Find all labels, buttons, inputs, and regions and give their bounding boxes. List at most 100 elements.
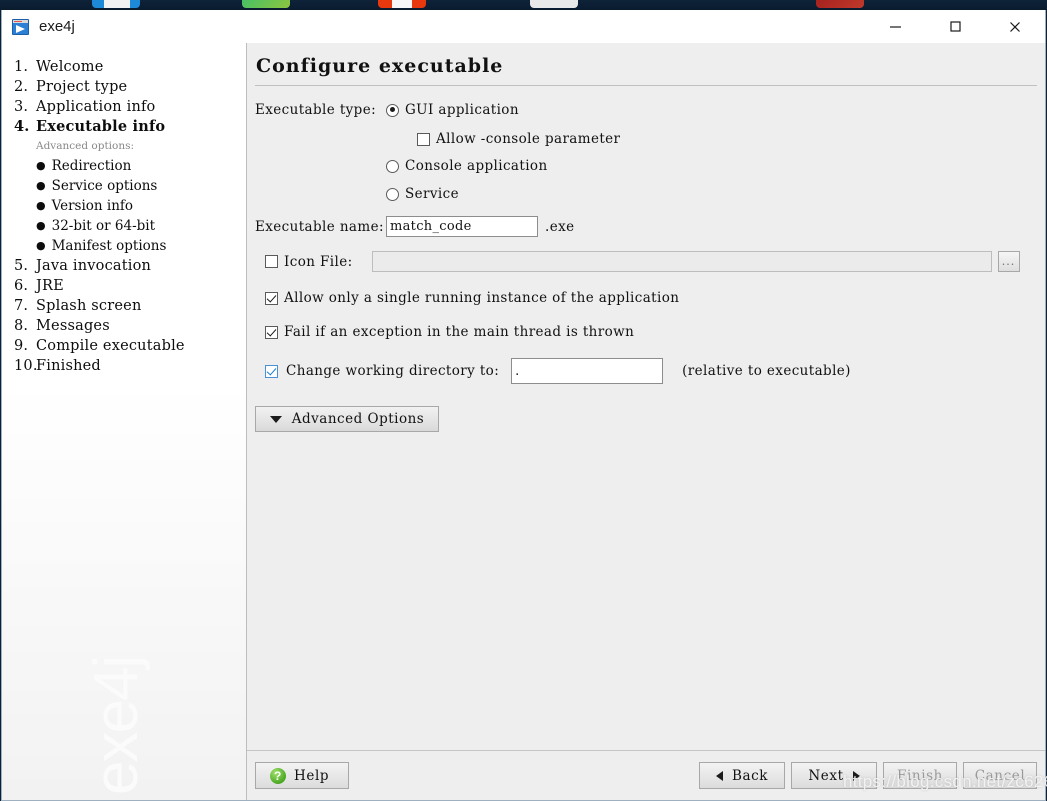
screen: exe4j 1. Welcome 2. Project type 3. Appl… bbox=[0, 0, 1047, 801]
help-button[interactable]: ? Help bbox=[255, 762, 349, 789]
desktop-background bbox=[0, 0, 1047, 10]
page-title: Configure executable bbox=[256, 55, 504, 77]
sidebar-item-java-invocation[interactable]: 5. Java invocation bbox=[2, 256, 246, 276]
desktop-icon-orange-cap bbox=[392, 0, 412, 8]
arrow-left-icon bbox=[715, 770, 723, 781]
sidebar-item-redirection[interactable]: ● Redirection bbox=[2, 156, 246, 176]
sidebar-item-label: Application info bbox=[36, 99, 156, 115]
sidebar-item-welcome[interactable]: 1. Welcome bbox=[2, 57, 246, 77]
close-icon[interactable] bbox=[985, 10, 1045, 43]
sidebar-item-label: Compile executable bbox=[36, 338, 185, 354]
step-number: 10. bbox=[14, 358, 38, 374]
single-instance-row: Allow only a single running instance of … bbox=[255, 290, 1037, 306]
step-number: 8. bbox=[14, 318, 29, 334]
window-title: exe4j bbox=[39, 18, 75, 35]
step-number: 4. bbox=[14, 118, 30, 135]
sidebar-item-application-info[interactable]: 3. Application info bbox=[2, 97, 246, 117]
step-number: 1. bbox=[14, 59, 29, 75]
sidebar-item-messages[interactable]: 8. Messages bbox=[2, 316, 246, 336]
sidebar-item-version-info[interactable]: ● Version info bbox=[2, 196, 246, 216]
desktop-icon-red bbox=[816, 0, 864, 8]
exe4j-watermark: exe4j bbox=[82, 656, 151, 795]
icon-file-browse-button[interactable]: ... bbox=[997, 251, 1020, 272]
fail-on-exception-label: Fail if an exception in the main thread … bbox=[284, 324, 635, 340]
back-button-label: Back bbox=[731, 767, 769, 784]
configure-executable-panel: Configure executable Executable type: GU… bbox=[247, 43, 1045, 750]
next-button-label: Next bbox=[808, 767, 844, 784]
radio-gui-application[interactable] bbox=[386, 103, 399, 117]
executable-type-row: Executable type: GUI application bbox=[255, 102, 1037, 118]
next-button[interactable]: Next bbox=[791, 762, 877, 789]
icon-file-input[interactable] bbox=[371, 251, 992, 272]
wizard-steps-sidebar: 1. Welcome 2. Project type 3. Application i… bbox=[2, 43, 247, 800]
wizard-footer: ? Help Back Next Finish Cancel bbox=[247, 750, 1045, 800]
finish-button-label: Finish bbox=[897, 767, 943, 784]
bullet-icon: ● bbox=[36, 219, 46, 232]
sidebar-item-label: Redirection bbox=[51, 158, 132, 174]
title-bar[interactable]: exe4j bbox=[2, 10, 1045, 43]
radio-gui-application-label: GUI application bbox=[405, 102, 519, 118]
bullet-icon: ● bbox=[36, 199, 46, 212]
sidebar-item-label: Project type bbox=[36, 79, 128, 95]
sidebar-item-label: Executable info bbox=[36, 118, 166, 135]
cancel-button[interactable]: Cancel bbox=[963, 762, 1037, 789]
sidebar-item-splash-screen[interactable]: 7. Splash screen bbox=[2, 296, 246, 316]
allow-console-parameter-label: Allow -console parameter bbox=[436, 131, 621, 147]
step-number: 9. bbox=[14, 338, 29, 354]
checkbox-icon-file[interactable] bbox=[265, 255, 278, 268]
sidebar-item-32-or-64-bit[interactable]: ● 32-bit or 64-bit bbox=[2, 216, 246, 236]
bullet-icon: ● bbox=[36, 159, 46, 172]
executable-name-row: Executable name: match_code .exe bbox=[255, 216, 1037, 237]
arrow-right-icon bbox=[852, 770, 860, 781]
wizard-nav-buttons: Back Next Finish Cancel bbox=[699, 762, 1037, 789]
back-button[interactable]: Back bbox=[699, 762, 785, 789]
sidebar-item-label: Finished bbox=[36, 358, 101, 374]
desktop-icon-white bbox=[530, 0, 578, 8]
sidebar-item-finished[interactable]: 10.Finished bbox=[2, 356, 246, 376]
sidebar-item-project-type[interactable]: 2. Project type bbox=[2, 77, 246, 97]
desktop-icon-green bbox=[242, 0, 290, 8]
sidebar-item-executable-info[interactable]: 4. Executable info bbox=[2, 117, 246, 137]
executable-name-input[interactable]: match_code bbox=[386, 216, 538, 237]
help-question-icon: ? bbox=[270, 767, 286, 784]
exe4j-window-icon bbox=[12, 18, 29, 35]
working-directory-input[interactable]: . bbox=[511, 358, 664, 384]
sidebar-item-label: Manifest options bbox=[51, 238, 167, 254]
sidebar-item-manifest-options[interactable]: ● Manifest options bbox=[2, 236, 246, 256]
main-content: Configure executable Executable type: GU… bbox=[247, 43, 1045, 800]
single-instance-label: Allow only a single running instance of … bbox=[284, 290, 680, 306]
advanced-options-button[interactable]: Advanced Options bbox=[255, 406, 439, 432]
help-button-label: Help bbox=[294, 767, 330, 784]
sidebar-item-label: Version info bbox=[51, 198, 134, 214]
radio-service[interactable] bbox=[386, 187, 399, 201]
service-row: Service bbox=[255, 186, 1037, 202]
sidebar-item-label: Java invocation bbox=[36, 258, 152, 274]
change-working-directory-label: Change working directory to: bbox=[286, 363, 500, 379]
checkbox-fail-on-exception[interactable] bbox=[265, 325, 278, 339]
bullet-icon: ● bbox=[36, 239, 46, 252]
finish-button[interactable]: Finish bbox=[883, 762, 957, 789]
allow-console-row: Allow -console parameter bbox=[255, 131, 1037, 147]
sidebar-item-service-options[interactable]: ● Service options bbox=[2, 176, 246, 196]
executable-type-label: Executable type: bbox=[255, 102, 377, 118]
step-number: 7. bbox=[14, 298, 29, 314]
sidebar-item-compile-executable[interactable]: 9. Compile executable bbox=[2, 336, 246, 356]
checkbox-allow-console-parameter[interactable] bbox=[417, 132, 430, 146]
radio-console-application[interactable] bbox=[386, 159, 399, 173]
sidebar-item-label: Messages bbox=[36, 318, 110, 334]
advanced-options-button-label: Advanced Options bbox=[291, 411, 425, 427]
checkbox-single-instance[interactable] bbox=[265, 291, 278, 305]
step-number: 6. bbox=[14, 278, 29, 294]
bullet-icon: ● bbox=[36, 179, 46, 192]
maximize-icon[interactable] bbox=[925, 10, 985, 43]
cancel-button-label: Cancel bbox=[974, 767, 1026, 784]
working-directory-hint: (relative to executable) bbox=[682, 363, 851, 379]
chevron-down-icon bbox=[269, 415, 282, 423]
minimize-icon[interactable] bbox=[865, 10, 925, 43]
window-controls bbox=[865, 10, 1045, 43]
step-number: 3. bbox=[14, 99, 29, 115]
sidebar-item-label: JRE bbox=[36, 278, 64, 294]
checkbox-change-working-directory[interactable] bbox=[265, 364, 278, 378]
sidebar-item-jre[interactable]: 6. JRE bbox=[2, 276, 246, 296]
executable-name-label: Executable name: bbox=[255, 218, 384, 235]
